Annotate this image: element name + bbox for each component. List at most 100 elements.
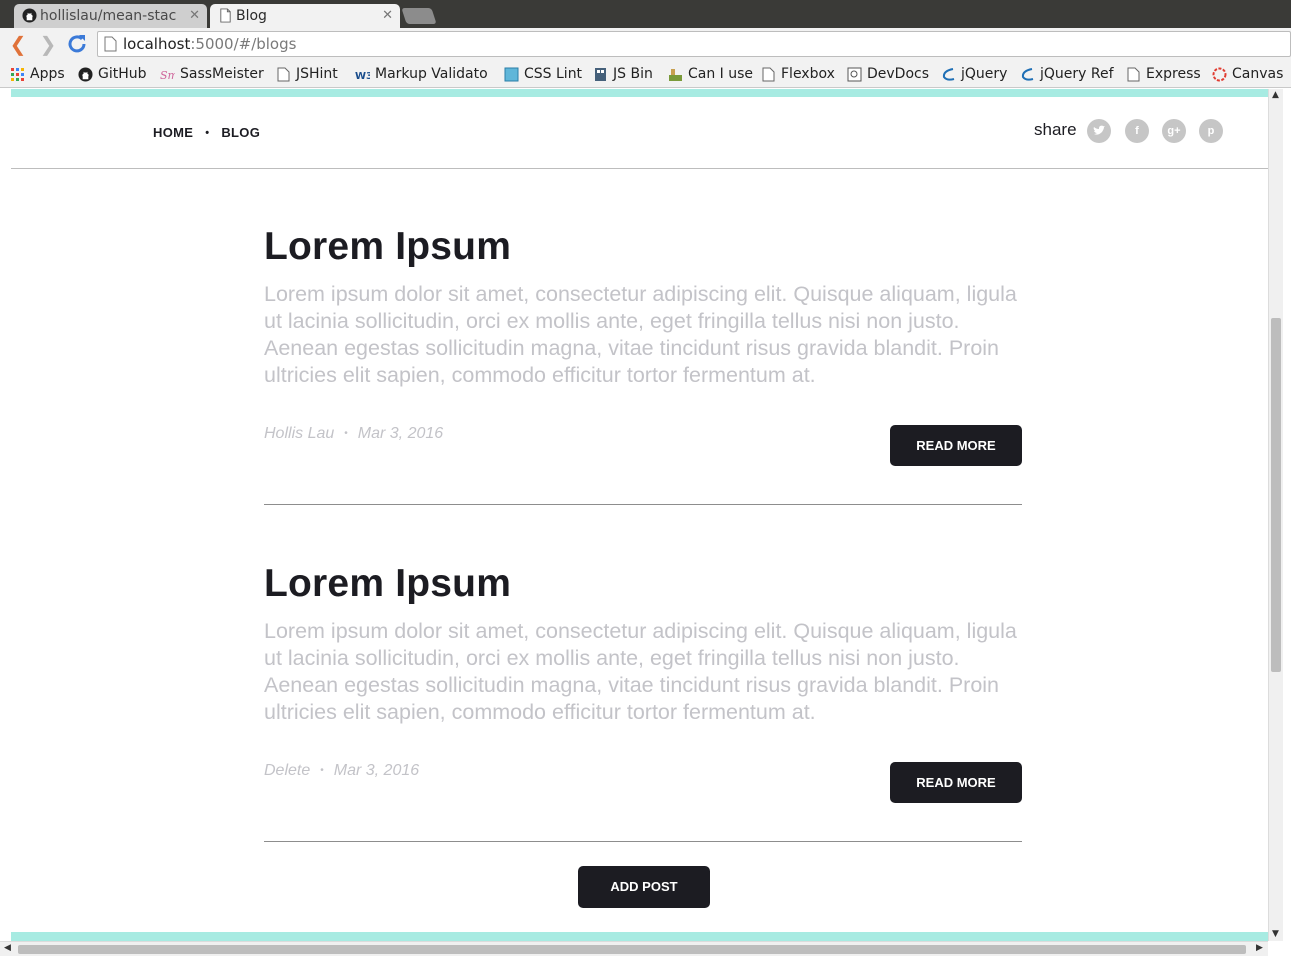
page-icon	[277, 67, 290, 82]
google-plus-icon[interactable]: g+	[1162, 119, 1186, 143]
post-footer: Delete • Mar 3, 2016 READ MORE	[264, 762, 1024, 803]
caniuse-icon	[669, 69, 682, 81]
w3c-icon: W3	[355, 71, 370, 82]
nav-home-link[interactable]: HOME	[153, 125, 193, 140]
browser-toolbar: ❮ ❯ localhost:5000/#/blogs	[0, 28, 1291, 60]
post-meta: Delete • Mar 3, 2016	[264, 762, 419, 780]
bookmark-css-lint[interactable]: CSS Lint	[504, 64, 582, 84]
post-excerpt: Lorem ipsum dolor sit amet, consectetur …	[264, 619, 1017, 724]
scroll-right-arrow-icon[interactable]: ▶	[1256, 943, 1263, 953]
back-arrow-icon[interactable]: ❮	[7, 33, 29, 55]
tab-label: Blog	[236, 8, 267, 24]
bookmark-js-bin[interactable]: JS Bin	[593, 64, 653, 84]
page-viewport: HOME • BLOG share f g+ p Lorem Ipsum Lorem…	[0, 89, 1291, 956]
post-title[interactable]: Lorem Ipsum	[264, 560, 1024, 608]
post-meta: Hollis Lau • Mar 3, 2016	[264, 425, 443, 443]
bookmark-label: Canvas	[1232, 66, 1284, 82]
bookmark-label: Can I use	[688, 66, 754, 82]
post-divider	[264, 504, 1022, 505]
post-date: Mar 3, 2016	[333, 762, 420, 779]
reload-icon[interactable]	[66, 33, 88, 55]
jquery-icon	[1021, 68, 1034, 81]
new-tab-button[interactable]	[401, 8, 437, 24]
apps-grid-icon	[11, 68, 24, 81]
bookmark-label: GitHub	[98, 66, 147, 82]
devdocs-icon	[847, 67, 862, 82]
bookmark-label: CSS Lint	[524, 66, 583, 82]
bookmark-devdocs[interactable]: DevDocs	[847, 64, 929, 84]
scroll-down-arrow-icon[interactable]: ▼	[1272, 929, 1279, 939]
pinterest-icon[interactable]: p	[1199, 119, 1223, 143]
sassmeister-icon: Sm	[160, 69, 175, 82]
bookmark-jquery[interactable]: jQuery	[941, 64, 1007, 84]
csslint-icon	[504, 67, 519, 82]
scroll-left-arrow-icon[interactable]: ◀	[4, 943, 11, 953]
bookmark-label: Markup Validato	[375, 66, 488, 82]
read-more-button[interactable]: READ MORE	[890, 762, 1022, 803]
scroll-up-arrow-icon[interactable]: ▲	[1272, 90, 1279, 100]
top-accent-bar	[11, 89, 1268, 97]
add-post-button[interactable]: ADD POST	[578, 866, 710, 908]
bookmark-jquery-ref[interactable]: jQuery Ref	[1020, 64, 1114, 84]
close-tab-icon[interactable]: ✕	[189, 4, 200, 28]
nav-separator: •	[205, 127, 210, 139]
bookmark-sassmeister[interactable]: Sm SassMeister	[160, 64, 264, 84]
github-icon	[78, 67, 93, 82]
nav-blog-link[interactable]: BLOG	[221, 125, 260, 140]
bookmark-label: jQuery Ref	[1040, 66, 1114, 82]
close-tab-icon[interactable]: ✕	[382, 4, 393, 28]
post-footer: Hollis Lau • Mar 3, 2016 READ MORE	[264, 425, 1024, 466]
tab-github[interactable]: hollislau/mean-stac ✕	[14, 4, 207, 28]
bookmark-jshint[interactable]: JSHint	[276, 64, 338, 84]
bookmark-apps[interactable]: Apps	[10, 64, 65, 84]
bookmark-github[interactable]: GitHub	[78, 64, 147, 84]
meta-separator: •	[320, 765, 324, 776]
share-label: share	[1034, 120, 1077, 139]
address-bar[interactable]: localhost:5000/#/blogs	[97, 31, 1291, 57]
bookmark-can-i-use[interactable]: Can I use	[668, 64, 753, 84]
bookmark-label: SassMeister	[180, 66, 264, 82]
bookmark-label: JS Bin	[613, 66, 653, 82]
bookmark-canvas[interactable]: Canvas	[1212, 64, 1283, 84]
post-author[interactable]: Delete	[264, 762, 310, 779]
tab-blog[interactable]: Blog ✕	[210, 4, 400, 28]
tab-strip: hollislau/mean-stac ✕ Blog ✕	[0, 0, 1291, 28]
post-card: Lorem Ipsum Lorem ipsum dolor sit amet, …	[264, 560, 1024, 726]
read-more-button[interactable]: READ MORE	[890, 425, 1022, 466]
post-title[interactable]: Lorem Ipsum	[264, 223, 1024, 271]
post-author: Hollis Lau	[264, 425, 335, 442]
url-path: :5000/#/blogs	[190, 35, 297, 53]
jsbin-icon	[595, 68, 606, 81]
post-excerpt: Lorem ipsum dolor sit amet, consectetur …	[264, 282, 1017, 387]
forward-arrow-icon[interactable]: ❯	[37, 33, 59, 55]
bookmark-express[interactable]: Express	[1126, 64, 1201, 84]
tab-label: hollislau/mean-stac	[40, 8, 177, 24]
horizontal-scrollbar[interactable]: ◀ ▶	[0, 941, 1268, 956]
bookmarks-bar: Apps GitHub Sm SassMeister JSHint W3 Mar…	[0, 60, 1291, 88]
bookmark-label: Express	[1146, 66, 1201, 82]
horizontal-scroll-thumb[interactable]	[18, 945, 1246, 954]
bookmark-markup-validator[interactable]: W3 Markup Validato	[355, 64, 489, 84]
post-date: Mar 3, 2016	[357, 425, 444, 442]
url-host: localhost	[123, 35, 191, 53]
twitter-icon[interactable]	[1087, 119, 1111, 143]
meta-separator: •	[344, 428, 348, 439]
bookmark-flexbox[interactable]: Flexbox	[761, 64, 835, 84]
jquery-icon	[942, 68, 955, 81]
header-divider	[11, 168, 1268, 169]
page-icon	[220, 8, 231, 23]
url-text: localhost:5000/#/blogs	[123, 35, 296, 53]
vertical-scrollbar[interactable]: ▲ ▼	[1268, 89, 1283, 941]
page-icon	[104, 36, 117, 52]
svg-text:Sm: Sm	[160, 69, 175, 82]
github-icon	[22, 8, 37, 23]
bottom-accent-bar	[11, 932, 1268, 941]
svg-text:W3: W3	[355, 71, 370, 82]
bookmark-label: DevDocs	[867, 66, 930, 82]
site-nav: HOME • BLOG	[153, 125, 260, 140]
post-divider	[264, 841, 1022, 842]
facebook-icon[interactable]: f	[1125, 119, 1149, 143]
post-card: Lorem Ipsum Lorem ipsum dolor sit amet, …	[264, 223, 1024, 389]
vertical-scroll-thumb[interactable]	[1271, 318, 1281, 672]
bookmark-label: jQuery	[961, 66, 1008, 82]
